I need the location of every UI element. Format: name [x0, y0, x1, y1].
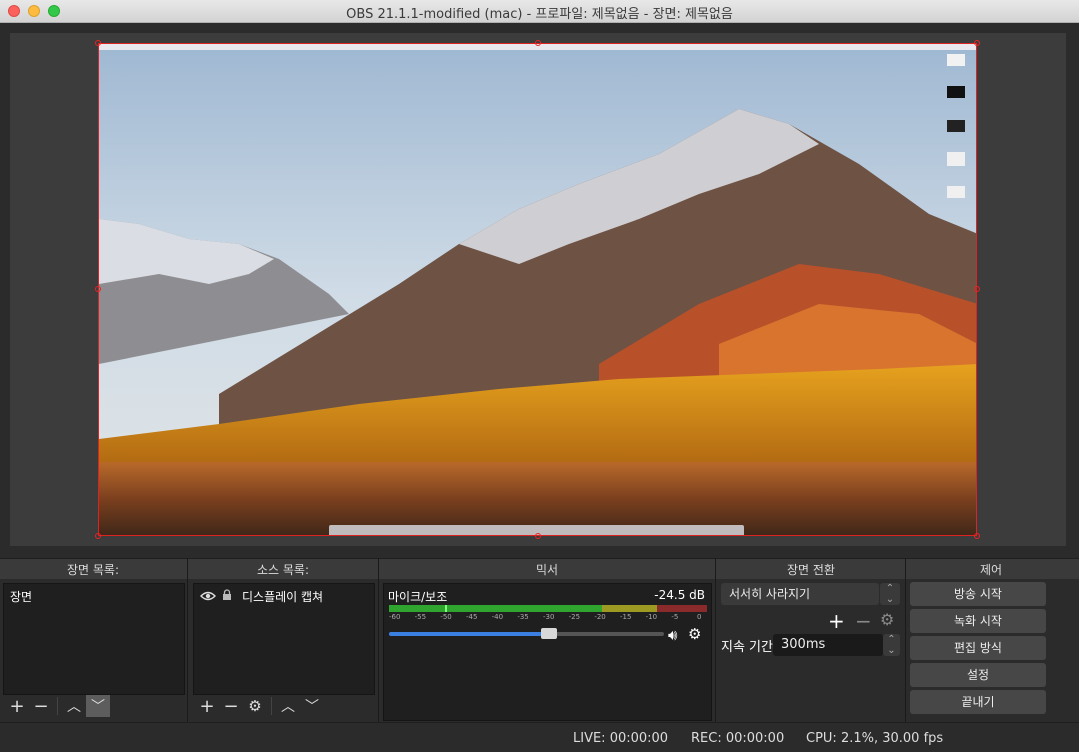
sources-list[interactable]: 디스플레이 캡쳐 — [193, 583, 375, 695]
resize-handle-bottom[interactable] — [535, 533, 541, 539]
resize-handle-left[interactable] — [95, 286, 101, 292]
mixer-channel-name: 마이크/보조 — [388, 590, 448, 604]
cpu-fps-readout: CPU: 2.1%, 30.00 fps — [806, 731, 944, 746]
meter-tick-label: -15 — [620, 613, 632, 621]
meter-tick-label: -50 — [440, 613, 452, 621]
duration-label: 지속 기간 — [721, 640, 773, 655]
duration-input[interactable]: 300ms — [773, 634, 883, 656]
duration-stepper[interactable]: ⌃ ⌄ — [883, 634, 900, 656]
start-recording-button[interactable]: 녹화 시작 — [910, 609, 1046, 633]
gear-icon[interactable]: ⚙ — [688, 625, 701, 643]
title-bar: OBS 21.1.1-modified (mac) - 프로파일: 제목없음 -… — [0, 0, 1079, 23]
transition-select-arrows[interactable]: ⌃ ⌄ — [880, 583, 900, 605]
remove-scene-button[interactable]: − — [29, 695, 53, 717]
transition-select-value: 서서히 사라지기 — [729, 587, 811, 601]
sources-toolbar: + − ⚙ ︿ ﹀ — [195, 694, 324, 718]
move-scene-down-button[interactable]: ﹀ — [86, 695, 110, 717]
scenes-toolbar: + − ︿ ﹀ — [5, 694, 110, 718]
meter-tick-label: -45 — [466, 613, 478, 621]
settings-button[interactable]: 설정 — [910, 663, 1046, 687]
resize-handle-bottom-left[interactable] — [95, 533, 101, 539]
meter-tick-label: -40 — [491, 613, 504, 621]
scenes-list[interactable]: 장면 — [3, 583, 185, 695]
peak-indicator — [445, 605, 447, 612]
meter-tick-label: -25 — [568, 613, 581, 621]
meter-tick-label: -5 — [671, 613, 679, 621]
mixer-db-readout: -24.5 dB — [654, 588, 705, 602]
gear-icon[interactable]: ⚙ — [880, 610, 894, 629]
studio-mode-button[interactable]: 편집 방식 — [910, 636, 1046, 660]
sources-header: 소스 목록: — [256, 563, 310, 577]
move-scene-up-button[interactable]: ︿ — [62, 695, 86, 717]
resize-handle-top[interactable] — [535, 40, 541, 46]
resize-handle-bottom-right[interactable] — [974, 533, 980, 539]
dock-header-bar: 장면 목록: 소스 목록: 믹서 장면 전환 제어 — [0, 558, 1079, 579]
resize-handle-top-right[interactable] — [974, 40, 980, 46]
scene-item[interactable]: 장면 — [4, 584, 184, 609]
start-streaming-button[interactable]: 방송 시작 — [910, 582, 1046, 606]
meter-tick-label: 0 — [697, 613, 702, 621]
mixer-header: 믹서 — [535, 563, 559, 577]
transition-select[interactable]: 서서히 사라지기 — [721, 583, 879, 605]
remove-source-button[interactable]: − — [219, 695, 243, 717]
meter-scale: -60 -55 -50 -45 -40 -35 -30 -25 -20 -15 -10 -5 0 — [389, 613, 707, 625]
meter-tick-label: -10 — [645, 613, 658, 621]
move-source-down-button[interactable]: ﹀ — [300, 695, 324, 717]
eye-icon[interactable] — [200, 590, 216, 604]
volume-slider[interactable] — [389, 628, 664, 639]
audio-mixer: 마이크/보조 -24.5 dB -60 -55 -50 -45 -40 -35 -30 -25… — [383, 583, 712, 721]
add-scene-button[interactable]: + — [5, 695, 29, 717]
window-title: OBS 21.1.1-modified (mac) - 프로파일: 제목없음 -… — [346, 7, 733, 22]
scenes-header: 장면 목록: — [66, 563, 120, 577]
speaker-icon[interactable]: 🔊︎ — [668, 626, 677, 644]
duration-value: 300ms — [781, 637, 826, 652]
meter-tick-label: -55 — [414, 613, 427, 621]
resize-handle-right[interactable] — [974, 286, 980, 292]
meter-tick-label: -60 — [389, 613, 401, 621]
remove-transition-button[interactable]: − — [855, 609, 872, 633]
meter-tick-label: -20 — [594, 613, 606, 621]
move-source-up-button[interactable]: ︿ — [276, 695, 300, 717]
meter-tick-label: -30 — [543, 613, 555, 621]
add-transition-button[interactable]: + — [828, 609, 845, 633]
resize-handle-top-left[interactable] — [95, 40, 101, 46]
lock-icon[interactable] — [222, 589, 232, 604]
controls-header: 제어 — [979, 563, 1003, 577]
live-timer: LIVE: 00:00:00 — [573, 731, 669, 746]
source-item[interactable]: 디스플레이 캡쳐 — [194, 584, 374, 609]
desktop-wallpaper-image — [99, 44, 976, 535]
meter-tick-label: -35 — [517, 613, 529, 621]
gear-icon[interactable]: ⚙ — [243, 695, 267, 717]
exit-button[interactable]: 끝내기 — [910, 690, 1046, 714]
display-capture-preview[interactable] — [98, 43, 977, 536]
rec-timer: REC: 00:00:00 — [691, 731, 785, 746]
source-label: 디스플레이 캡쳐 — [242, 590, 324, 604]
transitions-header: 장면 전환 — [787, 563, 835, 577]
volume-meter — [389, 605, 707, 612]
add-source-button[interactable]: + — [195, 695, 219, 717]
volume-slider-handle[interactable] — [540, 628, 557, 639]
